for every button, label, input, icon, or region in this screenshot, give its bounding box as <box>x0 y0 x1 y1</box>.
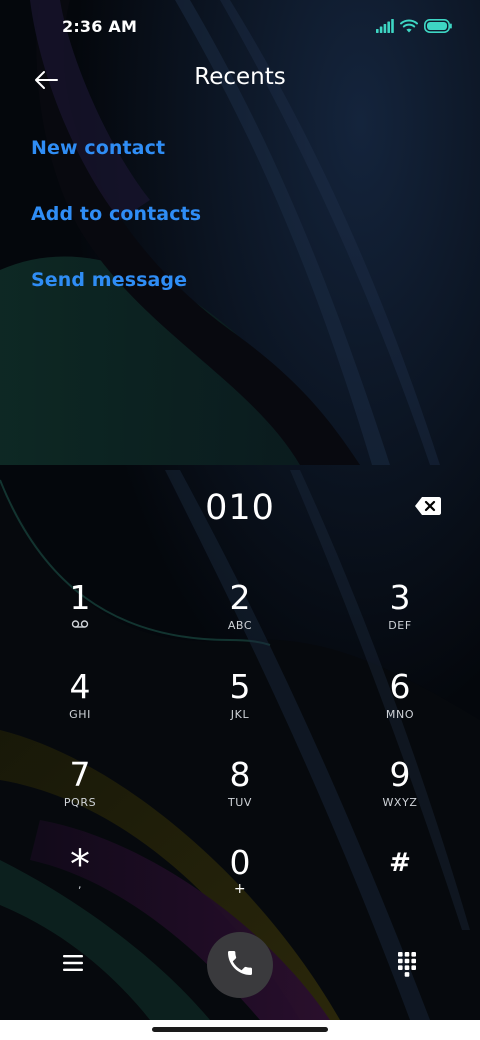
key-digit: 8 <box>229 755 251 794</box>
menu-icon <box>63 954 83 976</box>
backspace-icon <box>414 496 442 520</box>
key-letters: JKL <box>230 708 250 721</box>
key-digit: 9 <box>389 755 411 794</box>
key-1[interactable]: 1 <box>15 578 145 654</box>
key-digit: 4 <box>69 667 91 706</box>
send-message-link[interactable]: Send message <box>31 269 187 291</box>
key-5[interactable]: 5 JKL <box>175 667 305 743</box>
key-letters: MNO <box>385 708 415 721</box>
key-digit: 0 <box>229 843 251 882</box>
key-8[interactable]: 8 TUV <box>175 755 305 831</box>
wifi-icon <box>400 18 418 37</box>
dialer-screen: 2:36 AM Recents New contact Add to conta… <box>0 0 480 1040</box>
key-4[interactable]: 4 GHI <box>15 667 145 743</box>
key-letters: DEF <box>388 619 412 632</box>
key-2[interactable]: 2 ABC <box>175 578 305 654</box>
call-button[interactable] <box>207 932 273 998</box>
key-0[interactable]: 0 + <box>175 843 305 919</box>
key-9[interactable]: 9 WXYZ <box>335 755 465 831</box>
voicemail-icon <box>15 618 145 634</box>
key-letters: , <box>77 878 83 891</box>
key-letters: WXYZ <box>382 796 418 809</box>
key-digit: 3 <box>389 578 411 617</box>
key-7[interactable]: 7 PQRS <box>15 755 145 831</box>
key-digit: 6 <box>389 667 411 706</box>
battery-icon <box>424 18 452 37</box>
add-to-contacts-link[interactable]: Add to contacts <box>31 203 201 225</box>
status-bar: 2:36 AM <box>0 0 480 56</box>
new-contact-link[interactable]: New contact <box>31 137 165 159</box>
key-hash[interactable]: # <box>335 843 465 919</box>
home-indicator[interactable] <box>152 1027 328 1032</box>
key-star[interactable]: * , <box>15 843 145 919</box>
key-digit: 2 <box>229 578 251 617</box>
key-digit: 7 <box>69 755 91 794</box>
key-letters: ABC <box>227 619 253 632</box>
page-title: Recents <box>194 64 286 90</box>
key-digit: 1 <box>69 578 91 617</box>
key-digit: 5 <box>229 667 251 706</box>
key-3[interactable]: 3 DEF <box>335 578 465 654</box>
key-letters: + <box>233 881 247 897</box>
key-letters: PQRS <box>63 796 97 809</box>
key-letters: GHI <box>69 708 91 721</box>
key-digit: # <box>389 848 411 878</box>
status-time: 2:36 AM <box>62 17 138 36</box>
key-6[interactable]: 6 MNO <box>335 667 465 743</box>
signal-bars-icon <box>376 18 394 37</box>
dialpad-toggle-button[interactable] <box>392 950 422 984</box>
key-letters: TUV <box>227 796 253 809</box>
phone-icon <box>224 947 256 983</box>
status-icons <box>376 17 452 37</box>
backspace-button[interactable] <box>408 494 448 522</box>
menu-button[interactable] <box>58 950 88 980</box>
dialpad-icon <box>398 952 416 982</box>
